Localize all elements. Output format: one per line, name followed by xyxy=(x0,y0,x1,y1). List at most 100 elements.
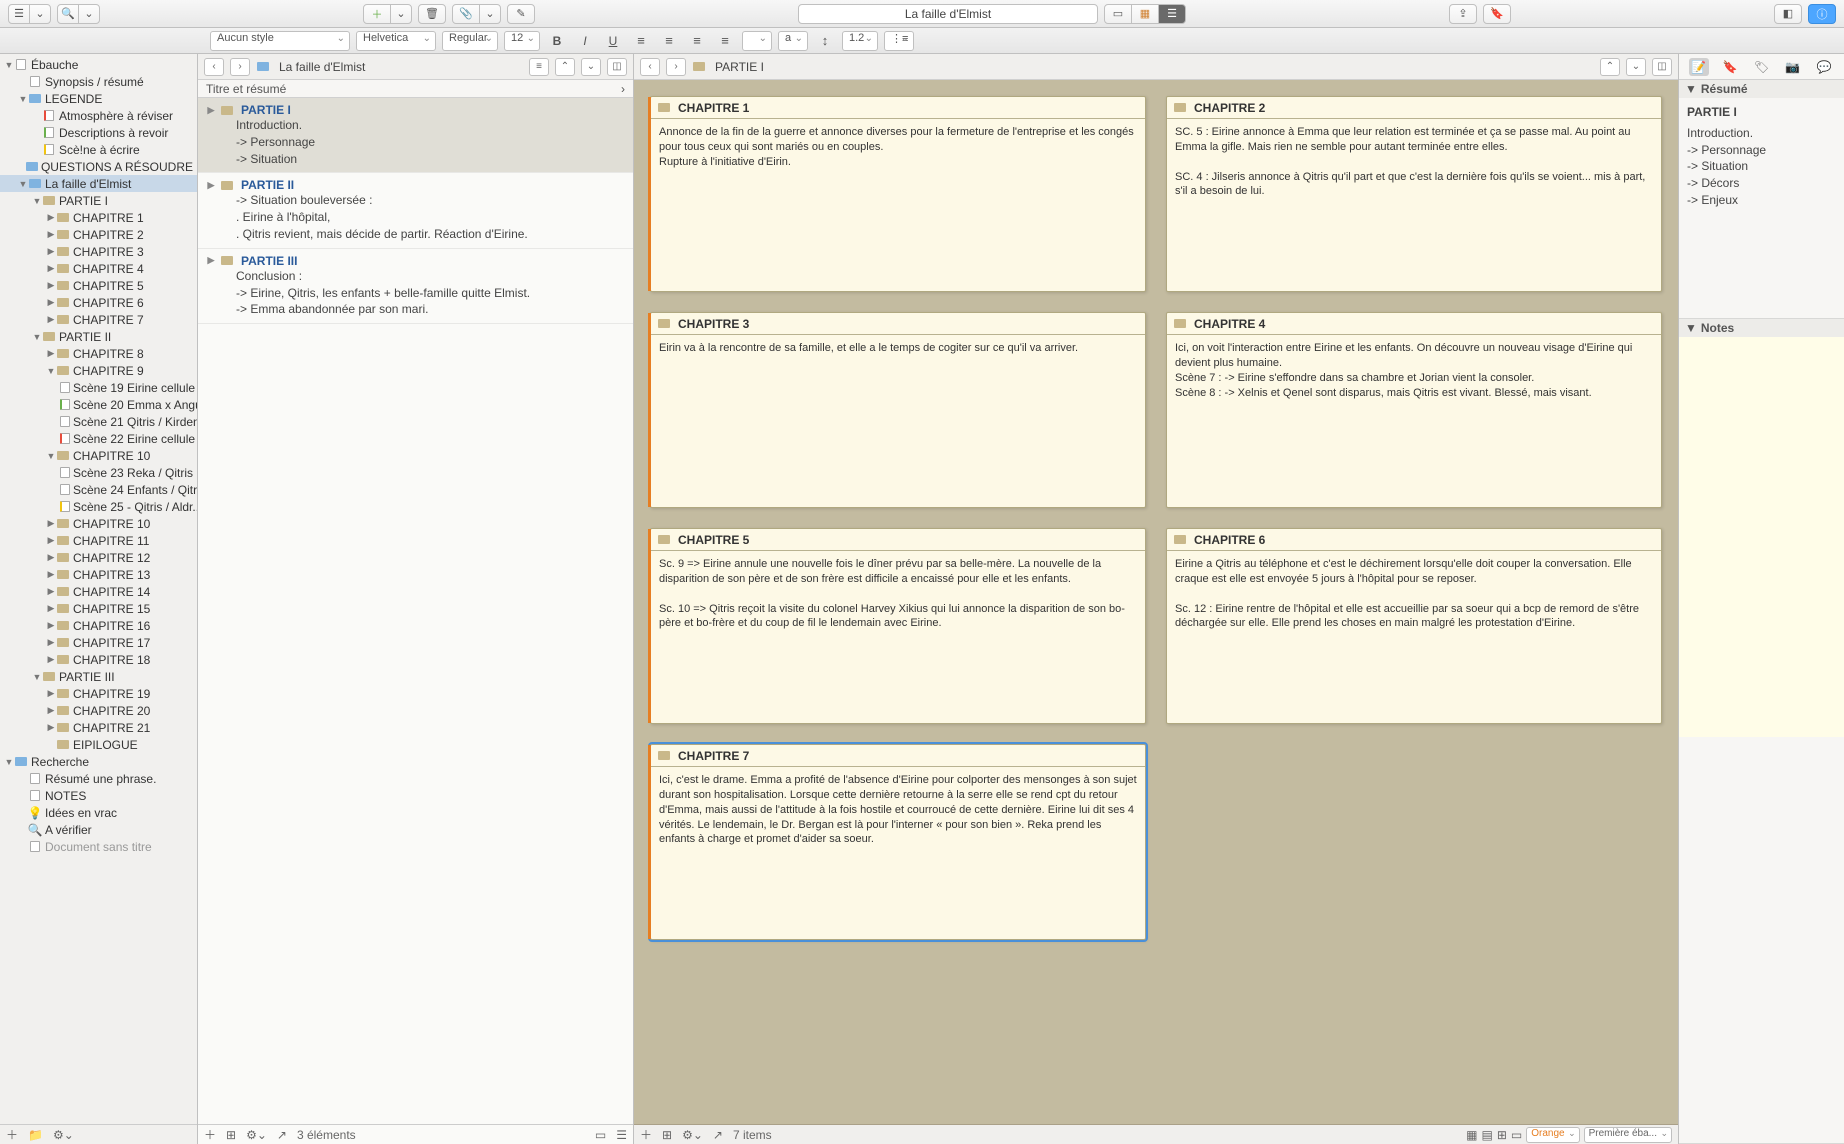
weight-select[interactable]: Regular xyxy=(442,31,498,51)
binder-item[interactable]: ▼CHAPITRE 9 xyxy=(0,362,197,379)
list-select[interactable]: ⋮≡ xyxy=(884,31,914,51)
share-button[interactable]: ⇪ xyxy=(1449,4,1477,24)
binder-item[interactable]: 💡Idées en vrac xyxy=(0,804,197,821)
binder-item[interactable]: ▶CHAPITRE 15 xyxy=(0,600,197,617)
view-outline-button[interactable]: ☰ xyxy=(1158,4,1186,24)
view-cork-button[interactable]: ▦ xyxy=(1131,4,1159,24)
align-left-button[interactable]: ≡ xyxy=(630,31,652,51)
binder-item[interactable]: ▼Ébauche xyxy=(0,56,197,73)
font-select[interactable]: Helvetica xyxy=(356,31,436,51)
binder-item[interactable]: ▶CHAPITRE 11 xyxy=(0,532,197,549)
binder-item[interactable]: ▶CHAPITRE 12 xyxy=(0,549,197,566)
card-body[interactable]: Eirin va à la rencontre de sa famille, e… xyxy=(651,335,1145,507)
tab-snapshots[interactable]: 📷 xyxy=(1783,58,1803,76)
card-header[interactable]: CHAPITRE 7 xyxy=(651,745,1145,767)
binder-item[interactable]: Atmosphère à réviser xyxy=(0,107,197,124)
binder-item[interactable]: ▼CHAPITRE 10 xyxy=(0,447,197,464)
nav-forward-button[interactable]: › xyxy=(230,58,250,76)
outline-path[interactable]: La faille d'Elmist xyxy=(279,60,523,74)
tab-notes[interactable]: 📝 xyxy=(1689,58,1709,76)
card-header[interactable]: CHAPITRE 4 xyxy=(1167,313,1661,335)
align-center-button[interactable]: ≡ xyxy=(658,31,680,51)
view-toggle-1[interactable]: ▭ xyxy=(595,1128,606,1142)
binder-item[interactable]: Scène 19 Eirine cellule xyxy=(0,379,197,396)
cork-close-split-button[interactable]: ◫ xyxy=(1652,58,1672,76)
nav-back-button[interactable]: ‹ xyxy=(204,58,224,76)
add-dropdown[interactable]: ⌄ xyxy=(390,4,412,24)
add-button[interactable]: ＋ xyxy=(363,4,391,24)
card-body[interactable]: Sc. 9 => Eirine annule une nouvelle fois… xyxy=(651,551,1145,723)
outline-up-button[interactable]: ⌃ xyxy=(555,58,575,76)
goto-icon[interactable]: ↗ xyxy=(713,1128,723,1142)
binder-item[interactable]: ▶CHAPITRE 3 xyxy=(0,243,197,260)
stack-view-icon[interactable]: ▤ xyxy=(1482,1128,1493,1142)
tab-metadata[interactable]: 🏷 xyxy=(1751,58,1771,76)
outline-list[interactable]: ▶PARTIE IIntroduction.-> Personnage-> Si… xyxy=(198,98,633,1124)
binder-item[interactable]: ▶CHAPITRE 10 xyxy=(0,515,197,532)
binder-item[interactable]: ▶CHAPITRE 6 xyxy=(0,294,197,311)
binder-item[interactable]: ▼PARTIE II xyxy=(0,328,197,345)
card-body[interactable]: SC. 5 : Eirine annonce à Emma que leur r… xyxy=(1167,119,1661,291)
cork-down-button[interactable]: ⌄ xyxy=(1626,58,1646,76)
corkboard-grid[interactable]: CHAPITRE 1Annonce de la fin de la guerre… xyxy=(634,80,1678,1124)
view-single-button[interactable]: ▭ xyxy=(1104,4,1132,24)
binder-item[interactable]: ▶CHAPITRE 4 xyxy=(0,260,197,277)
binder-item[interactable]: ▶CHAPITRE 16 xyxy=(0,617,197,634)
binder-item[interactable]: ▶CHAPITRE 13 xyxy=(0,566,197,583)
binder-item[interactable]: ▼LEGENDE xyxy=(0,90,197,107)
binder-item[interactable]: Résumé une phrase. xyxy=(0,770,197,787)
card-body[interactable]: Annonce de la fin de la guerre et annonc… xyxy=(651,119,1145,291)
binder-item[interactable]: Scène 20 Emma x Angus xyxy=(0,396,197,413)
index-card[interactable]: CHAPITRE 3Eirin va à la rencontre de sa … xyxy=(650,312,1146,508)
binder-item[interactable]: EIPILOGUE xyxy=(0,736,197,753)
binder-item[interactable]: Scène 24 Enfants / Qitr... xyxy=(0,481,197,498)
outline-row[interactable]: ▶PARTIE II-> Situation bouleversée :. Ei… xyxy=(198,173,633,248)
style-select[interactable]: Aucun style xyxy=(210,31,350,51)
binder-item[interactable]: ▶CHAPITRE 7 xyxy=(0,311,197,328)
outline-down-button[interactable]: ⌄ xyxy=(581,58,601,76)
binder-item[interactable]: ▼PARTIE I xyxy=(0,192,197,209)
index-card[interactable]: CHAPITRE 7Ici, c'est le drame. Emma a pr… xyxy=(650,744,1146,940)
italic-button[interactable]: I xyxy=(574,31,596,51)
card-header[interactable]: CHAPITRE 2 xyxy=(1167,97,1661,119)
index-card[interactable]: CHAPITRE 5Sc. 9 => Eirine annule une nou… xyxy=(650,528,1146,724)
corkboard-path[interactable]: PARTIE I xyxy=(715,60,1594,74)
binder-item[interactable]: 🔍A vérifier xyxy=(0,821,197,838)
outline-menu-button[interactable]: ≡ xyxy=(529,58,549,76)
gear-icon[interactable]: ⚙⌄ xyxy=(682,1128,703,1142)
card-body[interactable]: Eirine a Qitris au téléphone et c'est le… xyxy=(1167,551,1661,723)
add-folder-icon[interactable]: 📁 xyxy=(28,1128,43,1142)
bold-button[interactable]: B xyxy=(546,31,568,51)
add-doc-icon[interactable]: ＋ xyxy=(6,1126,18,1143)
binder-item[interactable]: ▶CHAPITRE 5 xyxy=(0,277,197,294)
binder-item[interactable]: QUESTIONS A RÉSOUDRE xyxy=(0,158,197,175)
index-card[interactable]: CHAPITRE 6Eirine a Qitris au téléphone e… xyxy=(1166,528,1662,724)
binder-item[interactable]: Scène 23 Reka / Qitris xyxy=(0,464,197,481)
tab-comments[interactable]: 💬 xyxy=(1814,58,1834,76)
outline-row[interactable]: ▶PARTIE IIntroduction.-> Personnage-> Si… xyxy=(198,98,633,173)
cork-nav-forward-button[interactable]: › xyxy=(666,58,686,76)
add-icon[interactable]: ＋ xyxy=(640,1126,652,1143)
outline-column-header[interactable]: Titre et résumé› xyxy=(198,80,633,98)
binder-item[interactable]: ▼La faille d'Elmist xyxy=(0,175,197,192)
binder-item[interactable]: Scè!ne à écrire xyxy=(0,141,197,158)
view-binder-button[interactable]: ☰ xyxy=(8,4,30,24)
index-card[interactable]: CHAPITRE 4Ici, on voit l'interaction ent… xyxy=(1166,312,1662,508)
binder-item[interactable]: ▼Recherche xyxy=(0,753,197,770)
cork-up-button[interactable]: ⌃ xyxy=(1600,58,1620,76)
binder-list[interactable]: ▼ÉbaucheSynopsis / résumé▼LEGENDEAtmosph… xyxy=(0,54,197,1124)
synopsis-header[interactable]: ▼ Résumé xyxy=(1679,80,1844,98)
status-select[interactable]: Première éba... xyxy=(1584,1127,1672,1143)
binder-item[interactable]: ▶CHAPITRE 20 xyxy=(0,702,197,719)
info-button[interactable]: ⓘ xyxy=(1808,4,1836,24)
align-justify-button[interactable]: ≡ xyxy=(714,31,736,51)
tab-bookmarks[interactable]: 🔖 xyxy=(1720,58,1740,76)
goto-icon[interactable]: ↗ xyxy=(277,1128,287,1142)
lineheight-select[interactable]: 1.2 xyxy=(842,31,878,51)
binder-item[interactable]: ▶CHAPITRE 2 xyxy=(0,226,197,243)
search-dropdown[interactable]: ⌄ xyxy=(78,4,100,24)
trash-button[interactable]: 🗑 xyxy=(418,4,446,24)
index-card[interactable]: CHAPITRE 2SC. 5 : Eirine annonce à Emma … xyxy=(1166,96,1662,292)
gear-icon[interactable]: ⚙⌄ xyxy=(246,1128,267,1142)
card-body[interactable]: Ici, on voit l'interaction entre Eirine … xyxy=(1167,335,1661,507)
